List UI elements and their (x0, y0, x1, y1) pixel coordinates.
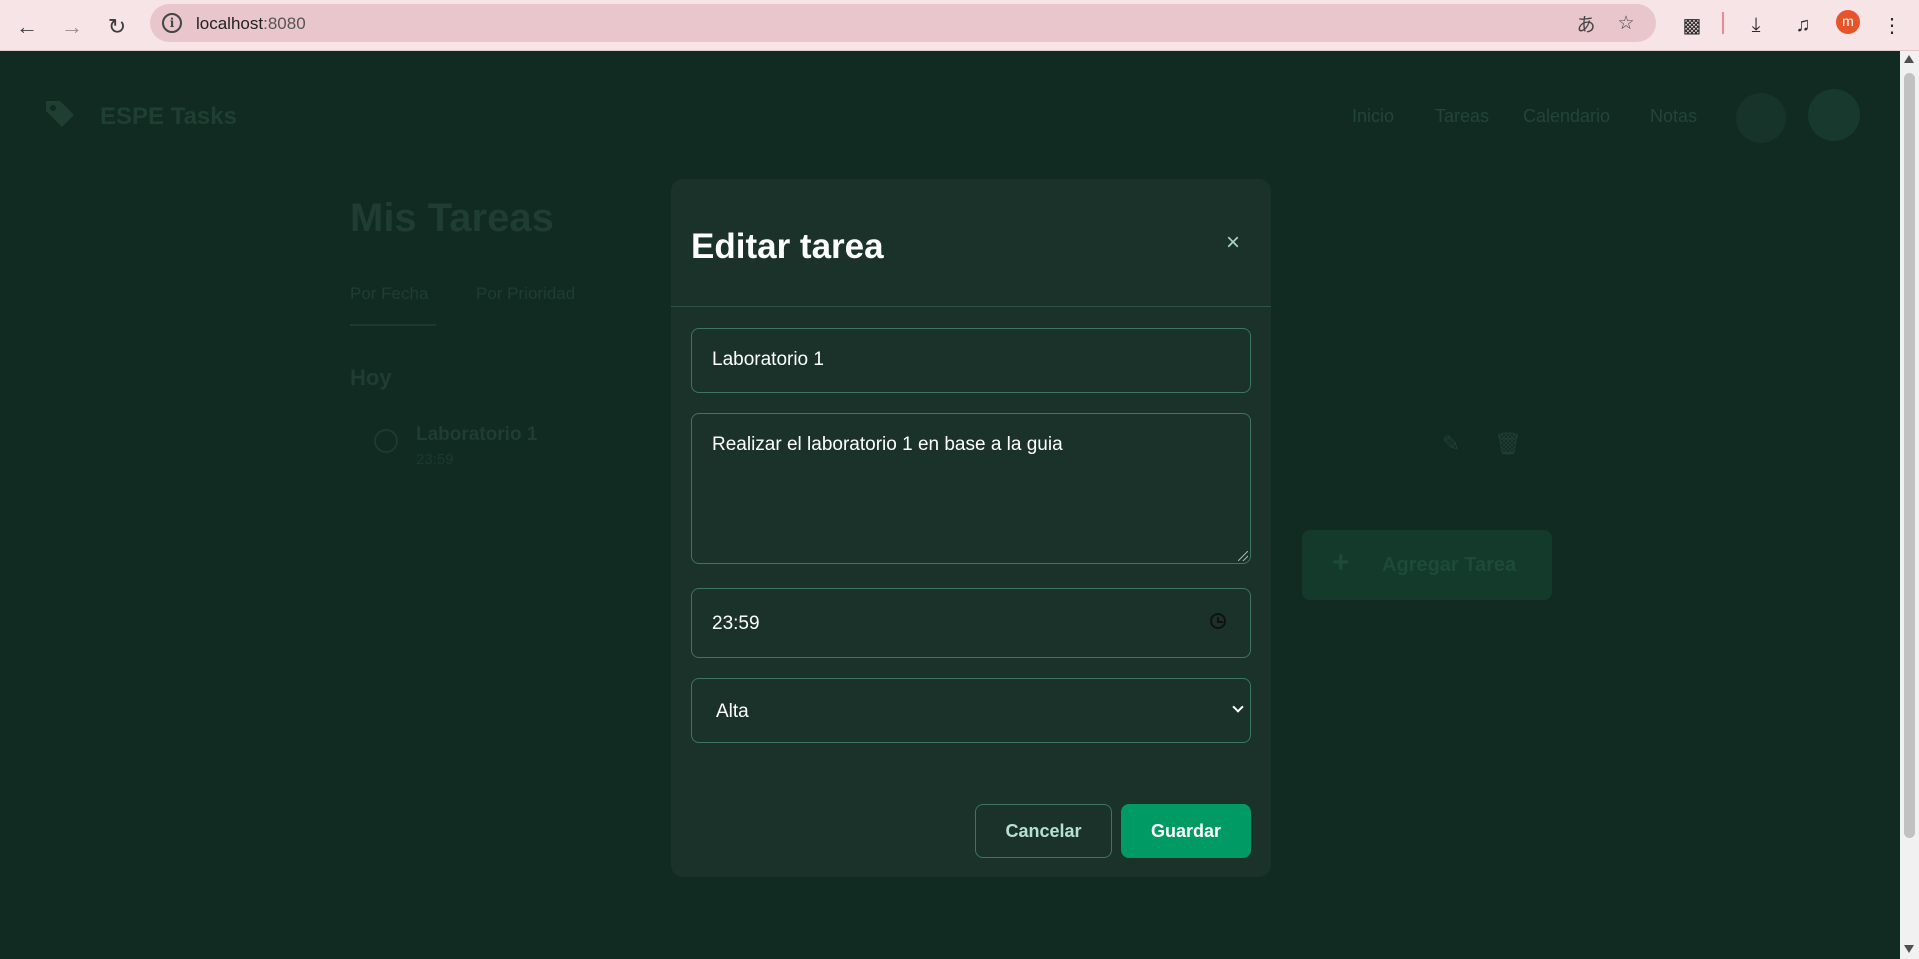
task-checkbox[interactable] (374, 429, 398, 453)
add-task-label: Agregar Tarea (1382, 554, 1517, 576)
edit-icon[interactable]: ✎ (1437, 431, 1465, 459)
chevron-down-icon (1232, 701, 1244, 713)
trash-icon[interactable]: 🗑 (1494, 431, 1522, 459)
add-task-button[interactable]: + Agregar Tarea (1302, 530, 1552, 600)
tag-logo-icon (46, 101, 74, 127)
tab-por-fecha[interactable]: Por Fecha (350, 284, 428, 304)
download-icon[interactable]: ⤓ (1740, 9, 1772, 41)
brand-name: ESPE Tasks (100, 103, 237, 130)
reload-icon[interactable]: ↻ (100, 10, 134, 44)
nav-notas[interactable]: Notas (1650, 106, 1697, 127)
plus-icon: + (1332, 546, 1350, 579)
modal-divider (671, 306, 1271, 307)
scroll-up-arrow-icon[interactable] (1904, 55, 1914, 63)
active-tab-indicator (350, 324, 436, 326)
translate-icon[interactable]: あ (1574, 12, 1598, 36)
profile-avatar[interactable]: m (1836, 10, 1860, 34)
task-title-input[interactable]: Laboratorio 1 (691, 328, 1251, 393)
save-button[interactable]: Guardar (1121, 804, 1251, 858)
task-description-textarea[interactable]: Realizar el laboratorio 1 en base a la g… (691, 413, 1251, 564)
url-text[interactable]: localhost:8080 (196, 14, 306, 34)
resize-handle-icon[interactable] (1238, 551, 1248, 561)
scroll-down-arrow-icon[interactable] (1904, 945, 1914, 953)
back-arrow-icon[interactable]: ← (10, 10, 44, 44)
clock-icon[interactable] (1210, 613, 1226, 629)
section-heading: Hoy (350, 365, 392, 390)
close-icon[interactable]: × (1221, 231, 1245, 255)
user-avatar[interactable] (1808, 89, 1860, 141)
extensions-icon[interactable]: ▩ (1676, 9, 1708, 41)
priority-select[interactable]: Alta (691, 678, 1251, 743)
page-scrollbar[interactable] (1900, 51, 1919, 959)
address-bar[interactable]: i localhost:8080 あ ☆ (150, 4, 1656, 42)
task-time-input[interactable]: 23:59 (691, 588, 1251, 658)
nav-calendario[interactable]: Calendario (1523, 106, 1610, 127)
task-time: 23:59 (416, 451, 454, 468)
task-description-value: Realizar el laboratorio 1 en base a la g… (712, 434, 1063, 455)
menu-dots-icon[interactable]: ⋮ (1876, 9, 1908, 41)
toolbar-divider (1722, 12, 1724, 34)
task-time-value: 23:59 (712, 613, 760, 634)
bookmark-star-icon[interactable]: ☆ (1614, 12, 1638, 34)
page-title: Mis Tareas (350, 196, 554, 240)
tab-por-prioridad[interactable]: Por Prioridad (476, 284, 575, 304)
modal-title: Editar tarea (691, 227, 884, 266)
scroll-thumb[interactable] (1904, 73, 1915, 838)
bell-icon[interactable] (1736, 93, 1786, 143)
task-title: Laboratorio 1 (416, 424, 538, 445)
forward-arrow-icon[interactable]: → (55, 10, 89, 44)
cancel-button[interactable]: Cancelar (975, 804, 1112, 858)
edit-task-modal: Editar tarea × Laboratorio 1 Realizar el… (671, 179, 1271, 877)
site-info-icon[interactable]: i (162, 13, 182, 33)
media-controls-icon[interactable]: ♫ (1787, 9, 1819, 41)
nav-tareas[interactable]: Tareas (1435, 106, 1489, 127)
priority-value: Alta (716, 701, 749, 722)
task-title-value: Laboratorio 1 (712, 349, 824, 370)
browser-toolbar: ← → ↻ i localhost:8080 あ ☆ ▩ ⤓ ♫ m ⋮ (0, 0, 1919, 51)
nav-inicio[interactable]: Inicio (1352, 106, 1394, 127)
